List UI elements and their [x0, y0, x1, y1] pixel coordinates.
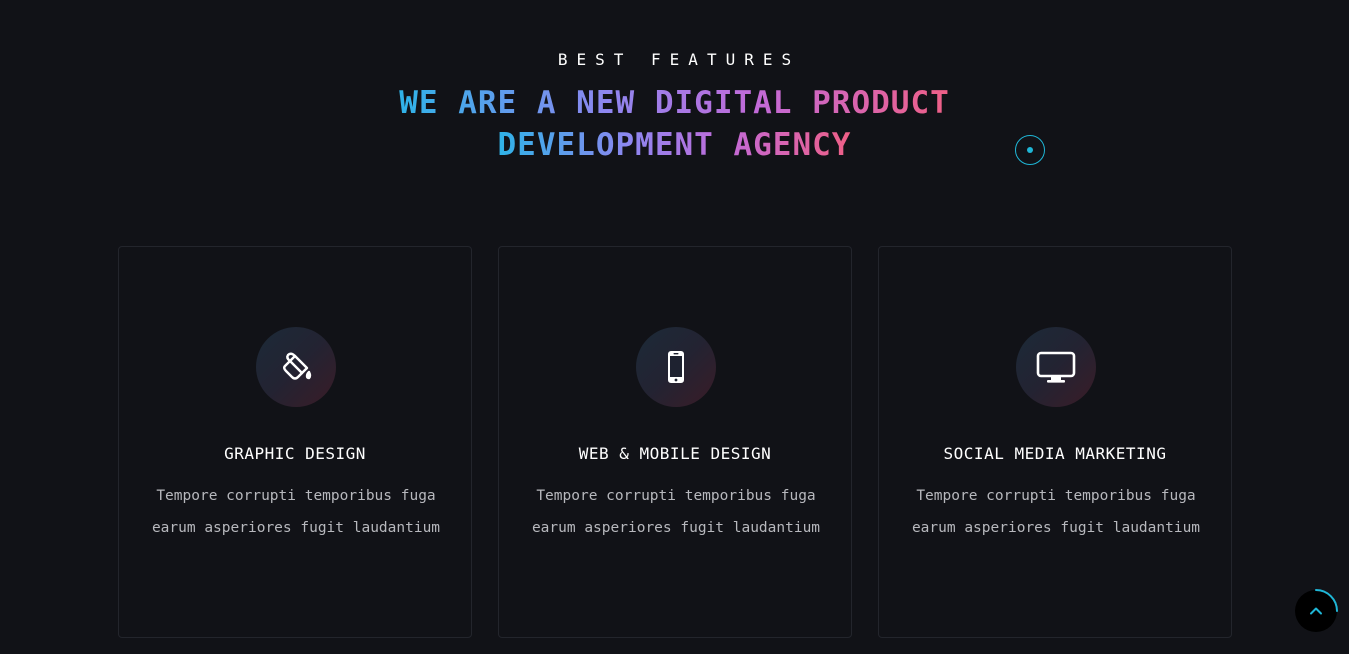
feature-card-social-media-marketing[interactable]: SOCIAL MEDIA MARKETING Tempore corrupti … [878, 246, 1232, 638]
paint-bucket-icon [256, 327, 336, 407]
feature-card-description: Tempore corrupti temporibus fuga earum a… [911, 488, 1201, 536]
feature-card-title: SOCIAL MEDIA MARKETING [943, 444, 1167, 463]
scroll-to-top-button[interactable] [1295, 589, 1338, 632]
feature-card-graphic-design[interactable]: GRAPHIC DESIGN Tempore corrupti temporib… [118, 246, 472, 638]
mobile-phone-icon [636, 327, 716, 407]
chevron-up-icon [1310, 607, 1322, 615]
feature-card-description: Tempore corrupti temporibus fuga earum a… [531, 488, 821, 536]
feature-card-web-mobile-design[interactable]: WEB & MOBILE DESIGN Tempore corrupti tem… [498, 246, 852, 638]
section-eyebrow: BEST FEATURES [557, 50, 801, 69]
desktop-monitor-icon [1016, 327, 1096, 407]
headline-line-1: WE ARE A NEW DIGITAL PRODUCT [399, 85, 950, 121]
headline-line-2: DEVELOPMENT AGENCY [497, 127, 852, 163]
features-section: BEST FEATURES WE ARE A NEW DIGITAL PRODU… [0, 0, 1349, 654]
feature-card-description: Tempore corrupti temporibus fuga earum a… [151, 488, 441, 536]
custom-cursor [1015, 135, 1045, 165]
cursor-dot [1027, 147, 1033, 153]
feature-card-title: GRAPHIC DESIGN [224, 444, 366, 463]
feature-card-title: WEB & MOBILE DESIGN [578, 444, 772, 463]
section-headline: WE ARE A NEW DIGITAL PRODUCT DEVELOPMENT… [0, 82, 1349, 166]
